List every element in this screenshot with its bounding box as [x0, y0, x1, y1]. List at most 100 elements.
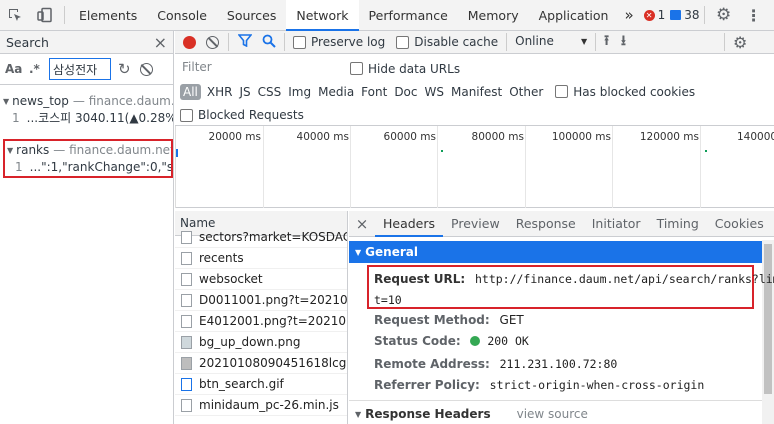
more-tabs-button[interactable]: »: [618, 0, 639, 31]
tab-memory[interactable]: Memory: [458, 0, 529, 31]
match-case-button[interactable]: Aa: [5, 62, 29, 76]
disable-cache-checkbox[interactable]: [396, 35, 410, 49]
request-row[interactable]: btn_search.gif: [175, 374, 347, 395]
request-row[interactable]: 20210108090451618lcgi.: [175, 353, 347, 374]
request-url-value-cont[interactable]: t=10: [374, 293, 402, 307]
request-row[interactable]: sectors?market=KOSDAC: [175, 227, 347, 248]
filter-type-other[interactable]: Other: [509, 85, 543, 99]
status-code-label: Status Code:: [374, 334, 461, 348]
tab-application[interactable]: Application: [529, 0, 619, 31]
clear-search-icon[interactable]: [139, 62, 153, 76]
request-name: 20210108090451618lcgi.: [199, 356, 347, 370]
tab-performance[interactable]: Performance: [359, 0, 458, 31]
blocked-requests-checkbox[interactable]: [180, 108, 193, 122]
filter-type-img[interactable]: Img: [288, 85, 311, 99]
highlighted-search-result: ▼ ranks — finance.daum.net/a... 1 ...":1…: [3, 139, 173, 178]
timeline-request-mark: [176, 149, 178, 157]
request-name: websocket: [199, 272, 263, 286]
image-file-icon: [181, 314, 192, 328]
request-url-label: Request URL:: [374, 272, 466, 286]
scrollbar-thumb[interactable]: [764, 244, 772, 394]
expand-triangle-icon: ▼: [7, 145, 14, 155]
request-row[interactable]: minidaum_pc-26.min.js: [175, 395, 347, 416]
refresh-search-icon[interactable]: ↻: [118, 60, 131, 78]
close-search-icon[interactable]: ×: [154, 33, 167, 52]
tab-initiator[interactable]: Initiator: [584, 211, 649, 237]
timeline-tick: 60000 ms: [383, 131, 436, 143]
toolbar-divider: [64, 6, 65, 24]
tab-cookies[interactable]: Cookies: [707, 211, 772, 237]
device-toolbar-icon[interactable]: [30, 0, 60, 31]
request-row[interactable]: E4012001.png?t=202101: [175, 311, 347, 332]
request-name: minidaum_pc-26.min.js: [199, 398, 339, 412]
request-row[interactable]: recents: [175, 248, 347, 269]
error-icon: ✕: [643, 9, 655, 21]
search-icon[interactable]: [262, 34, 276, 51]
timeline-tick: 120000 ms: [639, 131, 699, 143]
export-har-icon[interactable]: ⭳: [621, 30, 626, 54]
filter-type-css[interactable]: CSS: [258, 85, 282, 99]
network-settings-gear-icon[interactable]: ⚙: [733, 33, 747, 52]
filter-type-all[interactable]: All: [180, 83, 201, 100]
regex-button[interactable]: .*: [29, 62, 49, 76]
filter-type-media[interactable]: Media: [318, 85, 354, 99]
toolbar-divider: [595, 33, 597, 51]
request-url-value[interactable]: http://finance.daum.net/api/search/ranks…: [475, 272, 774, 286]
request-row[interactable]: D0011001.png?t=202101: [175, 290, 347, 311]
import-har-icon[interactable]: ⭱: [604, 30, 609, 54]
tab-timing[interactable]: Timing: [649, 211, 707, 237]
result-file-name: ranks: [16, 143, 50, 157]
search-result-file[interactable]: ▼ news_top — finance.daum.n...: [0, 93, 173, 109]
general-section-header[interactable]: ▼ General: [349, 241, 762, 263]
preserve-log-label: Preserve log: [311, 35, 386, 49]
filter-funnel-icon[interactable]: [237, 34, 253, 50]
filter-type-ws[interactable]: WS: [425, 85, 444, 99]
filter-type-doc[interactable]: Doc: [394, 85, 417, 99]
request-row[interactable]: bg_up_down.png: [175, 332, 347, 353]
section-divider: [349, 400, 762, 401]
tab-network[interactable]: Network: [286, 0, 359, 31]
filter-type-manifest[interactable]: Manifest: [451, 85, 502, 99]
tab-elements[interactable]: Elements: [69, 0, 147, 31]
search-result-line[interactable]: 1 ...코스피 3040.11(▲0.28%...: [0, 109, 173, 126]
response-headers-title: Response Headers: [365, 407, 491, 421]
search-query-input[interactable]: 삼성전자: [49, 58, 111, 80]
file-icon: [181, 272, 192, 286]
filter-type-xhr[interactable]: XHR: [207, 85, 233, 99]
tab-response[interactable]: Response: [508, 211, 584, 237]
image-file-icon: [181, 293, 192, 307]
has-blocked-cookies-checkbox[interactable]: [555, 85, 569, 98]
timeline-overview[interactable]: 20000 ms 40000 ms 60000 ms 80000 ms 1000…: [175, 126, 774, 208]
clear-log-icon[interactable]: [206, 35, 219, 49]
tab-preview[interactable]: Preview: [443, 211, 508, 237]
close-details-icon[interactable]: ×: [349, 215, 375, 233]
request-name: recents: [199, 251, 244, 265]
response-headers-section-header[interactable]: ▼ Response Headers view source: [355, 407, 588, 421]
message-count: 38: [684, 8, 700, 22]
request-method-row: Request Method: GET: [374, 313, 524, 327]
request-row[interactable]: websocket: [175, 269, 347, 290]
search-result-file[interactable]: ▼ ranks — finance.daum.net/a...: [7, 142, 171, 158]
request-name: D0011001.png?t=202101: [199, 293, 347, 307]
tab-console[interactable]: Console: [147, 0, 217, 31]
settings-gear-icon[interactable]: ⚙: [709, 0, 739, 31]
request-url-row: Request URL: http://finance.daum.net/api…: [374, 269, 774, 311]
scrollbar-track[interactable]: [762, 240, 774, 424]
preserve-log-checkbox[interactable]: [293, 35, 306, 49]
search-result-line[interactable]: 1 ...":1,"rankChange":0,"sym...: [7, 158, 171, 175]
more-options-icon[interactable]: ⋮: [739, 0, 769, 31]
throttling-select[interactable]: Online ▼: [515, 34, 587, 50]
tab-headers[interactable]: Headers: [375, 211, 444, 237]
filter-type-font[interactable]: Font: [361, 85, 387, 99]
view-source-link[interactable]: view source: [517, 407, 588, 421]
inspect-element-icon[interactable]: [0, 0, 30, 31]
dropdown-arrow-icon: ▼: [580, 37, 588, 46]
tab-sources[interactable]: Sources: [217, 0, 286, 31]
filter-input[interactable]: Filter: [180, 59, 350, 78]
filter-type-js[interactable]: JS: [239, 85, 250, 99]
hide-data-urls-checkbox[interactable]: [350, 62, 363, 75]
issues-counter[interactable]: ✕ 1 38: [643, 8, 700, 22]
record-button[interactable]: [183, 35, 196, 49]
result-file-url: — finance.daum.net/a...: [53, 143, 171, 157]
request-name: E4012001.png?t=202101: [199, 314, 347, 328]
